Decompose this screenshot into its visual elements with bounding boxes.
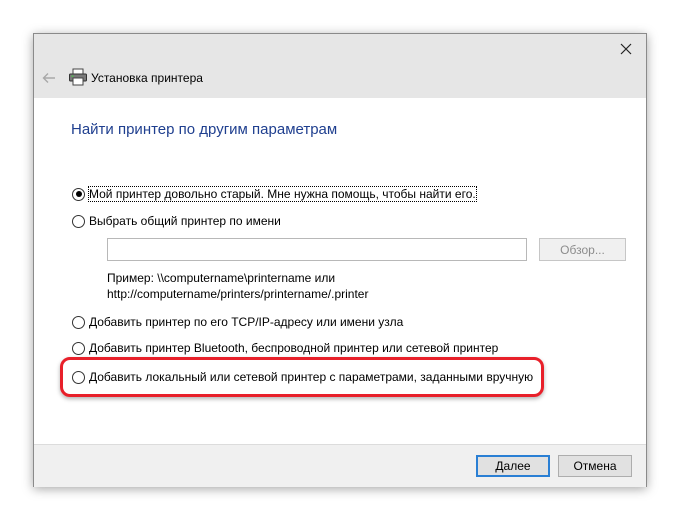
radio-tcp-ip[interactable] (72, 315, 85, 329)
option-bluetooth-wireless[interactable]: Добавить принтер Bluetooth, беспроводной… (72, 340, 498, 356)
option-local-manual-label: Добавить локальный или сетевой принтер с… (89, 370, 534, 384)
option-bluetooth-wireless-label: Добавить принтер Bluetooth, беспроводной… (89, 341, 499, 355)
option-tcp-ip[interactable]: Добавить принтер по его TCP/IP-адресу ил… (72, 314, 403, 330)
example-line-1: Пример: \\computername\printername или (107, 271, 336, 285)
back-arrow-icon (42, 73, 55, 83)
radio-old-printer[interactable] (72, 187, 85, 201)
printer-name-input[interactable] (107, 238, 527, 261)
back-button[interactable] (40, 70, 58, 86)
page-heading: Найти принтер по другим параметрам (71, 121, 338, 138)
radio-shared-by-name[interactable] (72, 214, 85, 228)
next-button[interactable]: Далее (476, 455, 550, 477)
option-old-printer-label: Мой принтер довольно старый. Мне нужна п… (88, 186, 477, 202)
option-shared-by-name-label: Выбрать общий принтер по имени (89, 214, 281, 228)
close-button[interactable] (612, 38, 640, 60)
option-tcp-ip-label: Добавить принтер по его TCP/IP-адресу ил… (89, 315, 404, 329)
title-bar: Установка принтера (34, 34, 646, 98)
cancel-button[interactable]: Отмена (558, 455, 632, 477)
printer-icon (69, 68, 87, 86)
example-text: Пример: \\computername\printername или h… (107, 270, 368, 302)
option-shared-by-name[interactable]: Выбрать общий принтер по имени (72, 213, 281, 229)
dialog-footer: Далее Отмена (34, 444, 646, 487)
add-printer-dialog: Установка принтера Найти принтер по друг… (33, 33, 647, 487)
close-icon (620, 43, 632, 55)
example-line-2: http://computername/printers/printername… (107, 287, 369, 301)
browse-button[interactable]: Обзор... (539, 238, 626, 261)
option-old-printer[interactable]: Мой принтер довольно старый. Мне нужна п… (72, 186, 477, 202)
option-local-manual[interactable]: Добавить локальный или сетевой принтер с… (72, 369, 533, 385)
radio-local-manual[interactable] (72, 370, 85, 384)
radio-bluetooth-wireless[interactable] (72, 341, 85, 355)
window-title: Установка принтера (91, 71, 203, 85)
